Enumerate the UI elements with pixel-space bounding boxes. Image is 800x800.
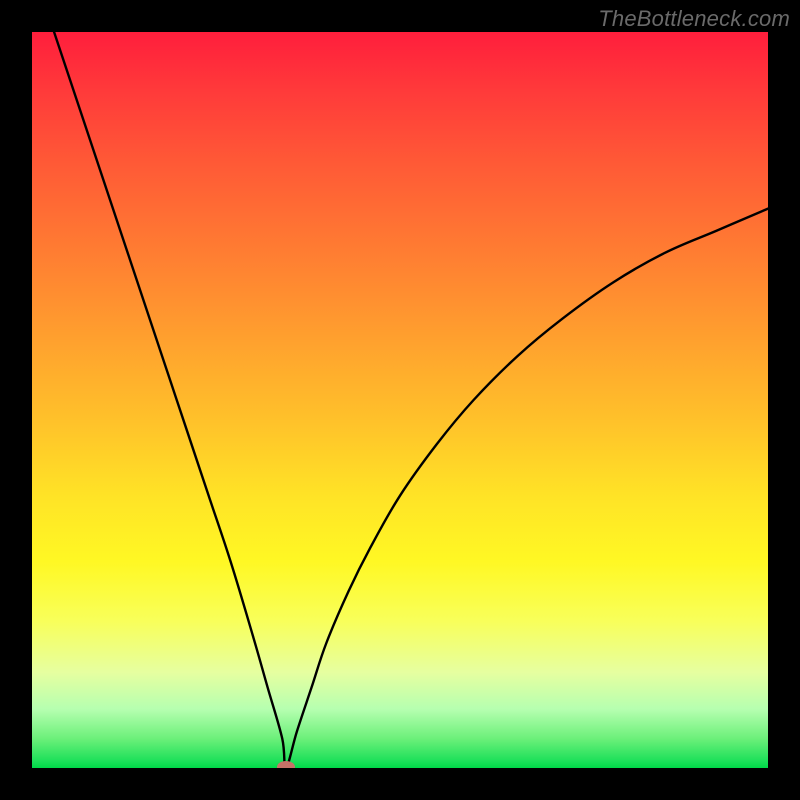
plot-area — [32, 32, 768, 768]
bottleneck-curve — [32, 32, 768, 768]
chart-frame: TheBottleneck.com — [0, 0, 800, 800]
minimum-marker — [277, 761, 295, 768]
watermark-text: TheBottleneck.com — [598, 6, 790, 32]
